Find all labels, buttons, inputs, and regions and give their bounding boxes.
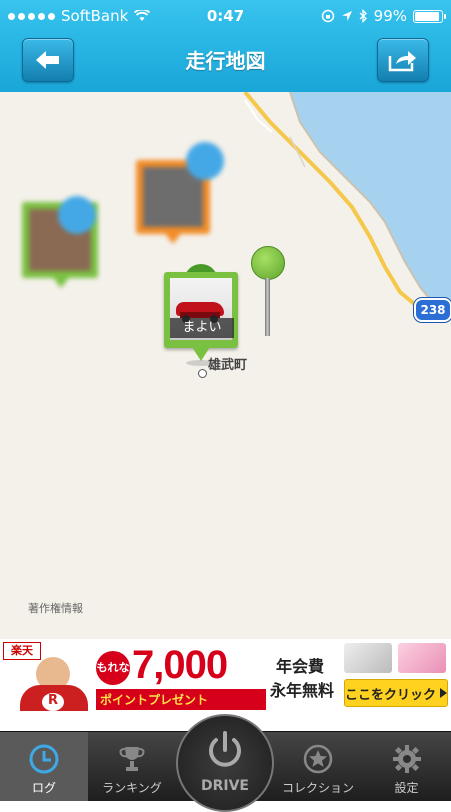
- minor-road: [244, 99, 273, 133]
- back-button[interactable]: [22, 38, 74, 82]
- tab-collection[interactable]: コレクション: [274, 732, 362, 801]
- ad-mascot: R: [14, 657, 94, 711]
- tab-label: 設定: [394, 781, 419, 795]
- ad-points-suffix: ポイントプレゼント: [96, 689, 266, 710]
- ad-card-pink: [398, 643, 446, 673]
- ad-card-silver: [344, 643, 392, 673]
- route-shield: 238: [414, 298, 451, 322]
- rotation-lock-icon: [321, 9, 334, 23]
- tab-ranking[interactable]: ランキング: [88, 732, 176, 801]
- ad-banner[interactable]: 楽天 R もれなく 7,000 ポイントプレゼント 年会費 永年無料 ここをクリ…: [0, 639, 451, 711]
- battery-icon: [413, 9, 446, 23]
- power-icon: [209, 731, 241, 767]
- map-marker-green[interactable]: [250, 246, 286, 338]
- bluetooth-icon: [359, 9, 367, 23]
- map-view[interactable]: 238 まよい 雄武町 著作権情報: [0, 92, 451, 639]
- ad-fee-line1: 年会費: [276, 657, 325, 676]
- ad-banner-image: 楽天 R もれなく 7,000 ポイントプレゼント 年会費 永年無料 ここをクリ…: [0, 639, 451, 711]
- play-arrow-icon: [440, 688, 447, 698]
- share-button[interactable]: [377, 38, 429, 82]
- town-label: 雄武町: [208, 358, 248, 373]
- location-arrow-icon: [341, 11, 352, 21]
- sea-area: [290, 92, 451, 317]
- map-pin-photo[interactable]: [22, 196, 102, 302]
- drive-button[interactable]: DRIVE: [176, 714, 274, 812]
- ad-fee-line2: 永年無料: [270, 681, 335, 700]
- star-icon: [303, 744, 333, 774]
- ad-cta-button[interactable]: ここをクリック: [344, 679, 448, 707]
- tab-label: ランキング: [102, 781, 162, 795]
- map-pin-photo[interactable]: [136, 142, 226, 250]
- tab-label: ログ: [31, 781, 56, 795]
- ad-cta-label: ここをクリック: [345, 687, 437, 703]
- ad-points-amount: 7,000: [132, 643, 228, 687]
- tab-log[interactable]: ログ: [0, 732, 88, 801]
- map-copyright-link[interactable]: 著作権情報: [28, 600, 83, 616]
- pin-caption: まよい: [170, 318, 234, 338]
- battery-percent: 99%: [373, 7, 407, 25]
- ad-headline: もれなく: [96, 651, 130, 685]
- tab-settings[interactable]: 設定: [362, 732, 451, 801]
- town-dot: [198, 369, 207, 378]
- status-right: 99%: [321, 7, 446, 25]
- gear-icon: [392, 745, 421, 773]
- drive-label: DRIVE: [200, 778, 249, 794]
- status-bar: SoftBank 0:47 99%: [0, 0, 451, 32]
- tab-label: コレクション: [281, 781, 354, 795]
- share-arrow-icon: [388, 51, 416, 72]
- clock-icon: [29, 744, 59, 774]
- trophy-icon: [119, 747, 145, 771]
- arrow-left-icon: [36, 51, 59, 69]
